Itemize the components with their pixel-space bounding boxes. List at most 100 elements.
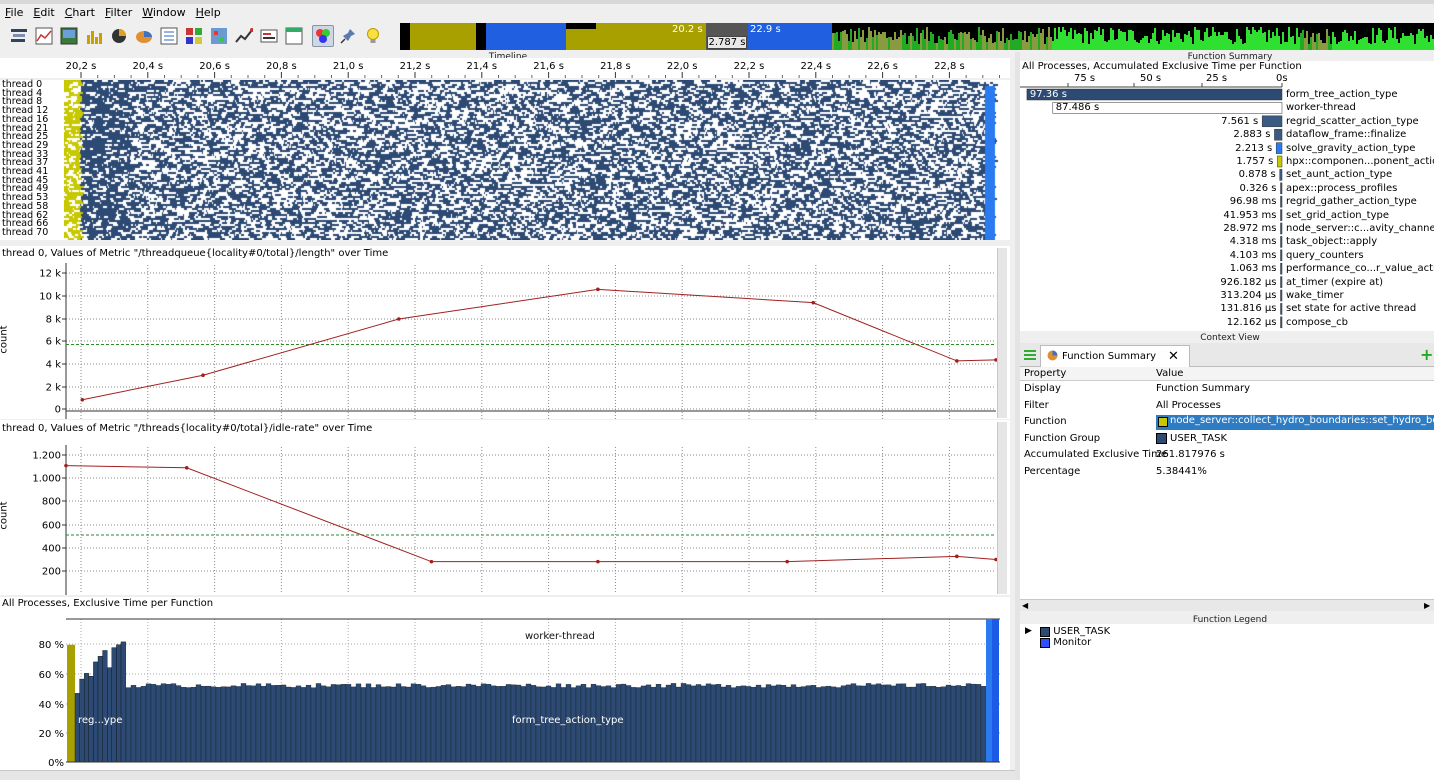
light-bulb-icon[interactable] — [362, 25, 384, 47]
overview-bar — [952, 34, 954, 50]
context-horizontal-scrollbar[interactable]: ◀ ▶ — [1020, 599, 1434, 611]
column-value[interactable]: Value — [1156, 368, 1183, 379]
table-row[interactable]: Percentage 5.38441% — [1020, 465, 1434, 481]
chart-icon[interactable] — [233, 25, 255, 47]
menu-file[interactable]: File — [0, 5, 28, 20]
time-ruler[interactable]: 20,2 s 20,4 s 20,6 s 20,8 s 21,0 s 21,2 s 21,4… — [0, 58, 1010, 78]
fs-row-value: 0.878 s — [1238, 169, 1276, 181]
overview-bar — [1352, 40, 1354, 50]
bar-form-tree — [675, 686, 682, 763]
overview-bar — [1398, 43, 1400, 50]
fs-row-name[interactable]: node_server::c...avity_channels — [1286, 222, 1434, 235]
overview-bar — [1164, 36, 1166, 50]
list-view-icon[interactable] — [1024, 349, 1036, 364]
menu-help[interactable]: Help — [191, 5, 226, 20]
column-property[interactable]: Property — [1024, 368, 1066, 379]
table-row[interactable]: Display Function Summary — [1020, 382, 1434, 398]
data-point — [596, 559, 600, 564]
summary-icon[interactable] — [258, 25, 280, 47]
fs-row-name[interactable]: compose_cb — [1286, 316, 1348, 329]
legend-item-monitor[interactable]: Monitor — [1040, 637, 1091, 649]
metric-idle-rate-chart[interactable]: thread 0, Values of Metric "/threads{loc… — [0, 420, 1010, 595]
fs-row-name[interactable]: hpx::componen...ponent_action — [1286, 155, 1434, 168]
grid-icon[interactable] — [183, 25, 205, 47]
gantt-chart[interactable] — [64, 80, 1010, 240]
fs-row-name[interactable]: apex::process_profiles — [1286, 182, 1397, 195]
overview-bar — [958, 33, 960, 50]
add-tab-icon[interactable]: + — [1420, 345, 1433, 364]
overview-bar — [928, 41, 930, 50]
fs-row-name[interactable]: task_object::apply — [1286, 235, 1377, 248]
table-row[interactable]: Accumulated Exclusive Time 261.817976 s — [1020, 448, 1434, 464]
thread-label[interactable]: thread 70 — [2, 227, 48, 238]
bar-form-tree — [800, 686, 807, 763]
bar-monitor — [992, 619, 999, 762]
gantt-icon[interactable] — [8, 25, 30, 47]
overview-bar — [910, 33, 912, 50]
overview-bar — [1036, 34, 1038, 50]
exclusive-time-chart[interactable]: All Processes, Exclusive Time per Functi… — [0, 597, 1010, 770]
metric-queue-length-chart[interactable]: thread 0, Values of Metric "/threadqueue… — [0, 246, 1010, 419]
overview-bar — [1254, 30, 1256, 50]
function-summary-chart[interactable]: All Processes, Accumulated Exclusive Tim… — [1020, 61, 1434, 331]
fs-row-name[interactable]: set_grid_action_type — [1286, 209, 1389, 222]
fs-row-name[interactable]: dataflow_frame::finalize — [1286, 128, 1406, 141]
fs-row-name[interactable]: regrid_scatter_action_type — [1286, 115, 1419, 128]
histogram-icon[interactable] — [83, 25, 105, 47]
overview-bar — [1224, 32, 1226, 50]
overview-segment — [410, 23, 476, 50]
close-icon[interactable]: ✕ — [1168, 349, 1179, 364]
fs-row-name[interactable]: form_tree_action_type — [1286, 88, 1398, 101]
overview-bar — [992, 43, 994, 50]
fs-row-name[interactable]: at_timer (expire at) — [1286, 276, 1383, 289]
legend-item-user-task[interactable]: USER_TASK — [1040, 626, 1110, 638]
scroll-right-icon[interactable]: ▶ — [1424, 601, 1430, 610]
overview-bar — [1346, 33, 1348, 50]
fs-row-value: 4.103 ms — [1229, 249, 1277, 261]
pin-icon[interactable] — [337, 25, 359, 47]
table-row[interactable]: Filter All Processes — [1020, 399, 1434, 415]
image-icon[interactable] — [58, 25, 80, 47]
fs-row-name[interactable]: query_counters — [1286, 249, 1364, 262]
statistics-icon[interactable] — [108, 25, 130, 47]
fs-row-name[interactable]: set state for active thread — [1286, 302, 1416, 315]
bar-form-tree — [950, 685, 957, 763]
scroll-left-icon[interactable]: ◀ — [1022, 601, 1028, 610]
colors-icon[interactable] — [312, 25, 334, 47]
fs-row-name[interactable]: performance_co...r_value_action — [1286, 262, 1434, 275]
overview-bar — [1090, 33, 1092, 50]
bar-form-tree — [650, 686, 657, 763]
table-row[interactable]: Function node_server::collect_hydro_bound… — [1020, 415, 1434, 431]
fs-row-value: 131.816 µs — [1220, 303, 1277, 315]
metric-idle-scrollbar[interactable] — [997, 422, 1007, 594]
fs-row-name[interactable]: worker-thread — [1286, 101, 1356, 114]
matrix-icon[interactable] — [208, 25, 230, 47]
menu-filter[interactable]: Filter — [100, 5, 137, 20]
bar-form-tree — [205, 685, 212, 763]
tab-function-summary[interactable]: Function Summary ✕ — [1040, 345, 1190, 367]
list-icon[interactable] — [158, 25, 180, 47]
expand-arrow-icon[interactable]: ▶ — [1025, 626, 1032, 636]
overview-bar — [996, 31, 998, 50]
fs-row-name[interactable]: solve_gravity_action_type — [1286, 142, 1415, 155]
menu-chart[interactable]: Chart — [60, 5, 100, 20]
fs-row-name[interactable]: wake_timer — [1286, 289, 1344, 302]
metric-queue-scrollbar[interactable] — [997, 248, 1007, 418]
window-icon[interactable] — [283, 25, 305, 47]
menu-window[interactable]: Window — [137, 5, 190, 20]
menu-edit[interactable]: Edit — [28, 5, 59, 20]
bar-form-tree — [700, 685, 707, 763]
data-point — [184, 466, 189, 470]
horizontal-scrollbar[interactable] — [0, 770, 1015, 780]
pie-chart-icon[interactable] — [133, 25, 155, 47]
bar-form-tree — [945, 684, 952, 763]
timeline-overview[interactable]: 20.2 s 22.9 s 2.787 s — [400, 23, 1434, 50]
bar-form-tree — [210, 686, 217, 763]
fs-row-name[interactable]: set_aunt_action_type — [1286, 168, 1392, 181]
overview-bar — [1380, 30, 1382, 50]
bar-form-tree — [695, 684, 702, 763]
counters-icon[interactable] — [33, 25, 55, 47]
bar-form-tree — [125, 687, 132, 763]
fs-row-name[interactable]: regrid_gather_action_type — [1286, 195, 1417, 208]
table-row[interactable]: Function Group USER_TASK — [1020, 432, 1434, 448]
